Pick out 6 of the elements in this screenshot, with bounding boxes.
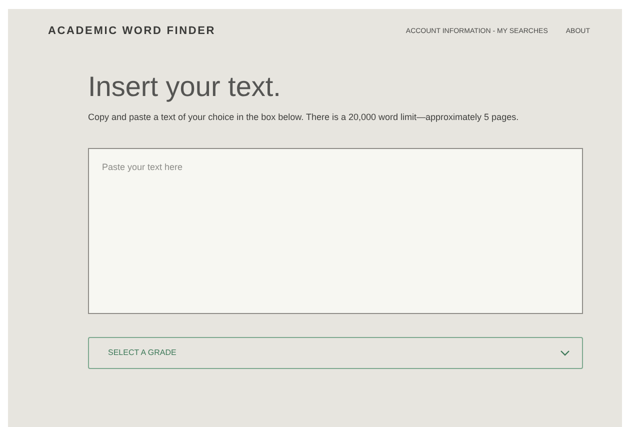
site-logo[interactable]: ACADEMIC WORD FINDER — [48, 23, 216, 40]
page-heading: Insert your text. — [88, 70, 282, 104]
chevron-down-icon — [560, 350, 570, 356]
intro-text: Copy and paste a text of your choice in the box below. There is a 20,000 word limit—approximately 5 pages. — [88, 110, 520, 124]
text-input-field[interactable]: Paste your text here — [88, 148, 583, 314]
grade-select[interactable]: SELECT A GRADE — [88, 336, 583, 368]
